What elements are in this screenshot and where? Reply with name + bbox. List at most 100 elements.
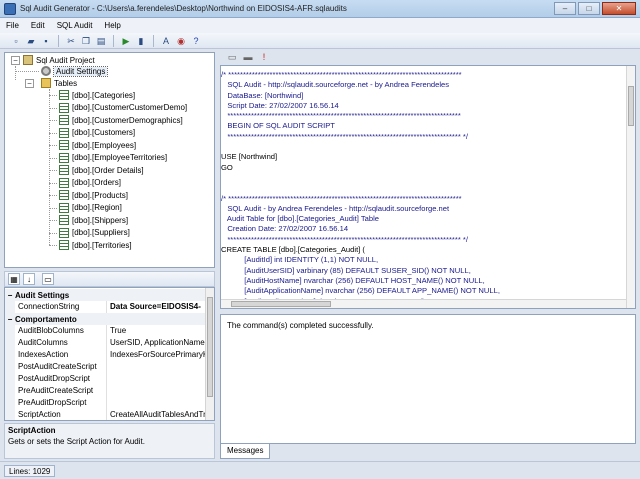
tree-node-label: [dbo].[Territories]: [72, 240, 132, 250]
property-row-audit-columns[interactable]: AuditColumns UserSID, ApplicationName,: [5, 337, 205, 349]
property-value[interactable]: True: [107, 325, 205, 337]
collapse-root-toggle[interactable]: −: [11, 56, 20, 65]
tree-node-table[interactable]: [dbo].[Shippers]: [59, 214, 128, 226]
property-value[interactable]: [107, 373, 205, 385]
open-folder-icon[interactable]: ▰: [25, 35, 37, 47]
property-row-pre-audit-drop-script[interactable]: PreAuditDropScript: [5, 397, 205, 409]
collapse-tables-toggle[interactable]: −: [25, 79, 34, 88]
table-icon: [59, 127, 69, 138]
tree-node-tables[interactable]: Tables: [41, 77, 77, 89]
script-editor[interactable]: /* *************************************…: [220, 65, 636, 309]
document-icon[interactable]: ▭: [226, 51, 238, 63]
property-value[interactable]: IndexesForSourcePrimaryK: [107, 349, 205, 361]
editor-vertical-scrollbar[interactable]: [626, 66, 635, 308]
property-value[interactable]: CreateAllAuditTablesAndTr: [107, 409, 205, 420]
tree-node-table[interactable]: [dbo].[Region]: [59, 202, 122, 214]
close-button[interactable]: ✕: [602, 2, 636, 15]
table-icon: [59, 115, 69, 125]
property-row-post-audit-create-script[interactable]: PostAuditCreateScript: [5, 361, 205, 373]
tree-node-table[interactable]: [dbo].[Products]: [59, 189, 128, 201]
property-value[interactable]: [107, 385, 205, 397]
property-row-indexes-action[interactable]: IndexesAction IndexesForSourcePrimaryK: [5, 349, 205, 361]
tree-node-table[interactable]: [dbo].[Territories]: [59, 239, 132, 251]
run-icon[interactable]: ▶: [120, 35, 132, 47]
tree-node-label: [dbo].[Orders]: [72, 178, 121, 187]
property-row-post-audit-drop-script[interactable]: PostAuditDropScript: [5, 373, 205, 385]
tree-node-table[interactable]: [dbo].[CustomerDemographics]: [59, 114, 183, 126]
scrollbar-thumb[interactable]: [628, 86, 634, 126]
paste-icon[interactable]: ▤: [95, 35, 107, 47]
property-row-connection-string[interactable]: ConnectionString Data Source=EIDOSIS4-: [5, 301, 205, 313]
tree-node-table[interactable]: [dbo].[Employees]: [59, 139, 136, 151]
editor-horizontal-scrollbar[interactable]: [221, 299, 626, 308]
tree-node-table[interactable]: [dbo].[EmployeeTerritories]: [59, 152, 167, 164]
code-line: Audit Table for [dbo].[Categories_Audit]…: [221, 214, 380, 224]
stop-icon[interactable]: ▮: [135, 35, 147, 47]
tree-node-label: [dbo].[EmployeeTerritories]: [72, 153, 168, 162]
menu-bar: File Edit SQL Audit Help: [0, 18, 640, 33]
tree-node-table[interactable]: [dbo].[CustomerCustomerDemo]: [59, 102, 187, 114]
property-row-pre-audit-create-script[interactable]: PreAuditCreateScript: [5, 385, 205, 397]
tree-node-table[interactable]: [dbo].[Customers]: [59, 127, 135, 139]
collapse-category-icon[interactable]: −: [5, 291, 15, 300]
line-count: Lines: 1029: [4, 465, 56, 477]
message-text: The command(s) completed successfully.: [227, 321, 374, 330]
property-row-audit-blob-columns[interactable]: AuditBlobColumns True: [5, 325, 205, 337]
code-line: Creation Date: 27/02/2007 16.56.14: [221, 224, 349, 234]
tree-node-table[interactable]: [dbo].[Categories]: [59, 89, 135, 101]
copy-icon[interactable]: ❐: [80, 35, 92, 47]
alert-icon[interactable]: !: [258, 51, 270, 63]
printer-icon[interactable]: ▬: [242, 51, 254, 63]
property-pages-icon[interactable]: ▭: [42, 273, 54, 285]
tree-node-label: [dbo].[Suppliers]: [72, 228, 130, 237]
minimize-button[interactable]: –: [554, 2, 576, 15]
app-icon: [4, 2, 16, 15]
maximize-button[interactable]: □: [578, 2, 600, 15]
code-line: BEGIN OF SQL AUDIT SCRIPT: [221, 121, 335, 131]
property-category-comportamento[interactable]: − Comportamento: [5, 313, 205, 325]
new-file-icon[interactable]: ▫: [10, 35, 22, 47]
alphabetical-view-icon[interactable]: ↓: [23, 273, 35, 285]
code-line: ****************************************…: [221, 111, 461, 121]
tree-node-table[interactable]: [dbo].[Suppliers]: [59, 227, 130, 239]
menu-edit[interactable]: Edit: [31, 21, 45, 30]
categorized-view-icon[interactable]: ▦: [8, 273, 20, 285]
font-icon[interactable]: A: [160, 35, 172, 47]
tab-messages[interactable]: Messages: [220, 444, 271, 459]
property-value[interactable]: Data Source=EIDOSIS4-: [107, 301, 205, 313]
table-icon: [59, 177, 69, 188]
scrollbar-thumb[interactable]: [231, 301, 331, 307]
tree-node-table[interactable]: [dbo].[Order Details]: [59, 164, 144, 176]
tree-node-label: Audit Settings: [52, 65, 109, 77]
help-icon[interactable]: ?: [190, 35, 202, 47]
property-category-audit-settings[interactable]: − Audit Settings: [5, 289, 205, 301]
tree-node-label: [dbo].[Products]: [72, 190, 129, 200]
property-name: PreAuditDropScript: [15, 397, 107, 409]
menu-file[interactable]: File: [6, 21, 19, 30]
property-name: ConnectionString: [15, 301, 107, 313]
code-line: CREATE TABLE [dbo].[Categories_Audit] (: [221, 245, 365, 255]
refresh-icon[interactable]: ◉: [175, 35, 187, 47]
property-description-text: Gets or sets the Script Action for Audit…: [8, 437, 145, 446]
menu-sql-audit[interactable]: SQL Audit: [57, 21, 93, 30]
tree-node-table[interactable]: [dbo].[Orders]: [59, 177, 121, 189]
cut-icon[interactable]: ✂: [65, 35, 77, 47]
property-grid-scrollbar[interactable]: [205, 288, 214, 420]
scrollbar-thumb[interactable]: [207, 297, 213, 397]
menu-help[interactable]: Help: [104, 21, 120, 30]
property-value[interactable]: [107, 397, 205, 409]
tree-node-label: [dbo].[Employees]: [72, 140, 137, 150]
table-icon: [59, 152, 69, 163]
property-value[interactable]: UserSID, ApplicationName,: [107, 337, 205, 349]
tree-node-label: [dbo].[CustomerDemographics]: [72, 115, 183, 125]
property-toolbar: ▦ ↓ ▭: [4, 271, 215, 287]
code-line: SQL Audit - by Andrea Ferendeles - http:…: [221, 203, 450, 213]
tree-node-label: [dbo].[Shippers]: [72, 215, 129, 225]
tree-node-audit-settings[interactable]: Audit Settings: [41, 65, 109, 77]
property-row-script-action[interactable]: ScriptAction CreateAllAuditTablesAndTr: [5, 409, 205, 420]
collapse-category-icon[interactable]: −: [5, 315, 15, 324]
save-icon[interactable]: ▪: [40, 35, 52, 47]
property-description: ScriptAction Gets or sets the Script Act…: [4, 423, 215, 459]
property-value[interactable]: [107, 361, 205, 373]
